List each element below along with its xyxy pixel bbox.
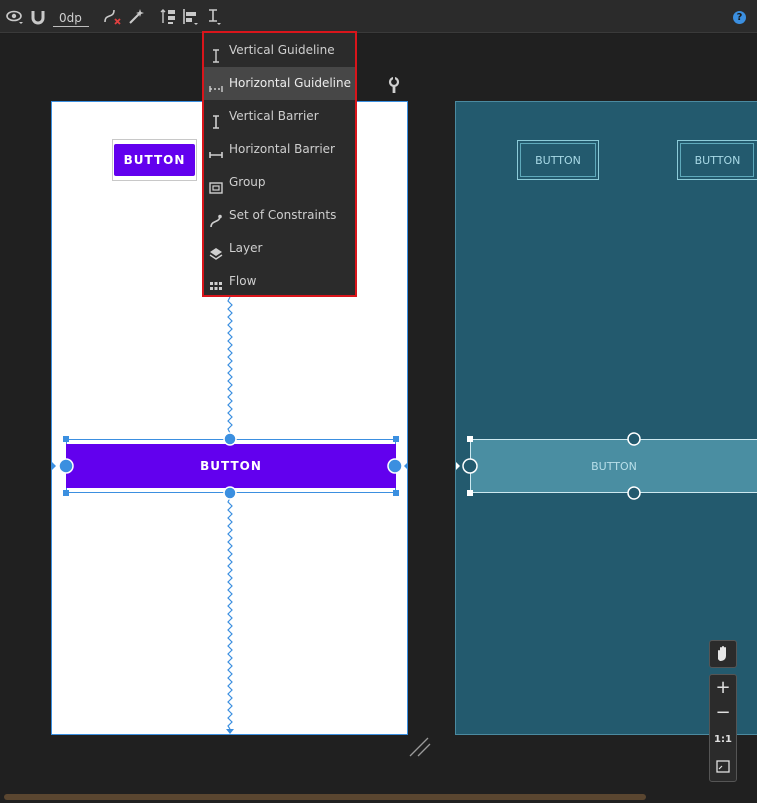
menu-item-label: Vertical Barrier [229,109,319,123]
menu-item-label: Set of Constraints [229,208,337,222]
menu-item-set-of-constraints[interactable]: Set of Constraints [204,199,355,232]
menu-item-layer[interactable]: Layer [204,232,355,265]
menu-item-horizontal-barrier[interactable]: Horizontal Barrier [204,133,355,166]
vertical-guideline-icon [209,43,223,63]
menu-item-vertical-guideline[interactable]: Vertical Guideline [204,34,355,67]
zoom-in-button[interactable]: + [710,677,736,699]
menu-item-vertical-barrier[interactable]: Vertical Barrier [204,100,355,133]
zoom-actual-size-button[interactable]: 1:1 [710,732,736,748]
resize-grip-icon[interactable] [408,736,432,758]
hand-icon [718,646,726,661]
menu-item-flow[interactable]: Flow [204,265,355,298]
zoom-panel: + − 1:1 [709,674,737,782]
menu-item-label: Layer [229,241,263,255]
blueprint-handles[interactable] [0,0,757,803]
menu-item-group[interactable]: Group [204,166,355,199]
guidelines-dropdown-menu: Vertical Guideline Horizontal Guideline … [202,31,357,297]
vertical-barrier-icon [209,109,223,129]
horizontal-barrier-icon [209,142,223,158]
zoom-out-button[interactable]: − [710,702,736,724]
layer-icon [209,241,223,260]
horizontal-guideline-icon [209,76,223,92]
fit-screen-icon [716,760,730,773]
menu-item-label: Flow [229,274,257,288]
group-icon [209,175,223,194]
pan-button[interactable] [709,640,737,668]
horizontal-scrollbar[interactable] [4,794,646,800]
menu-item-label: Horizontal Barrier [229,142,335,156]
zoom-to-fit-button[interactable] [710,757,736,777]
set-of-constraints-icon [209,208,223,228]
flow-icon [209,274,223,290]
menu-item-label: Vertical Guideline [229,43,335,57]
menu-item-horizontal-guideline[interactable]: Horizontal Guideline [204,67,355,100]
menu-item-label: Group [229,175,266,189]
menu-item-label: Horizontal Guideline [229,76,351,90]
